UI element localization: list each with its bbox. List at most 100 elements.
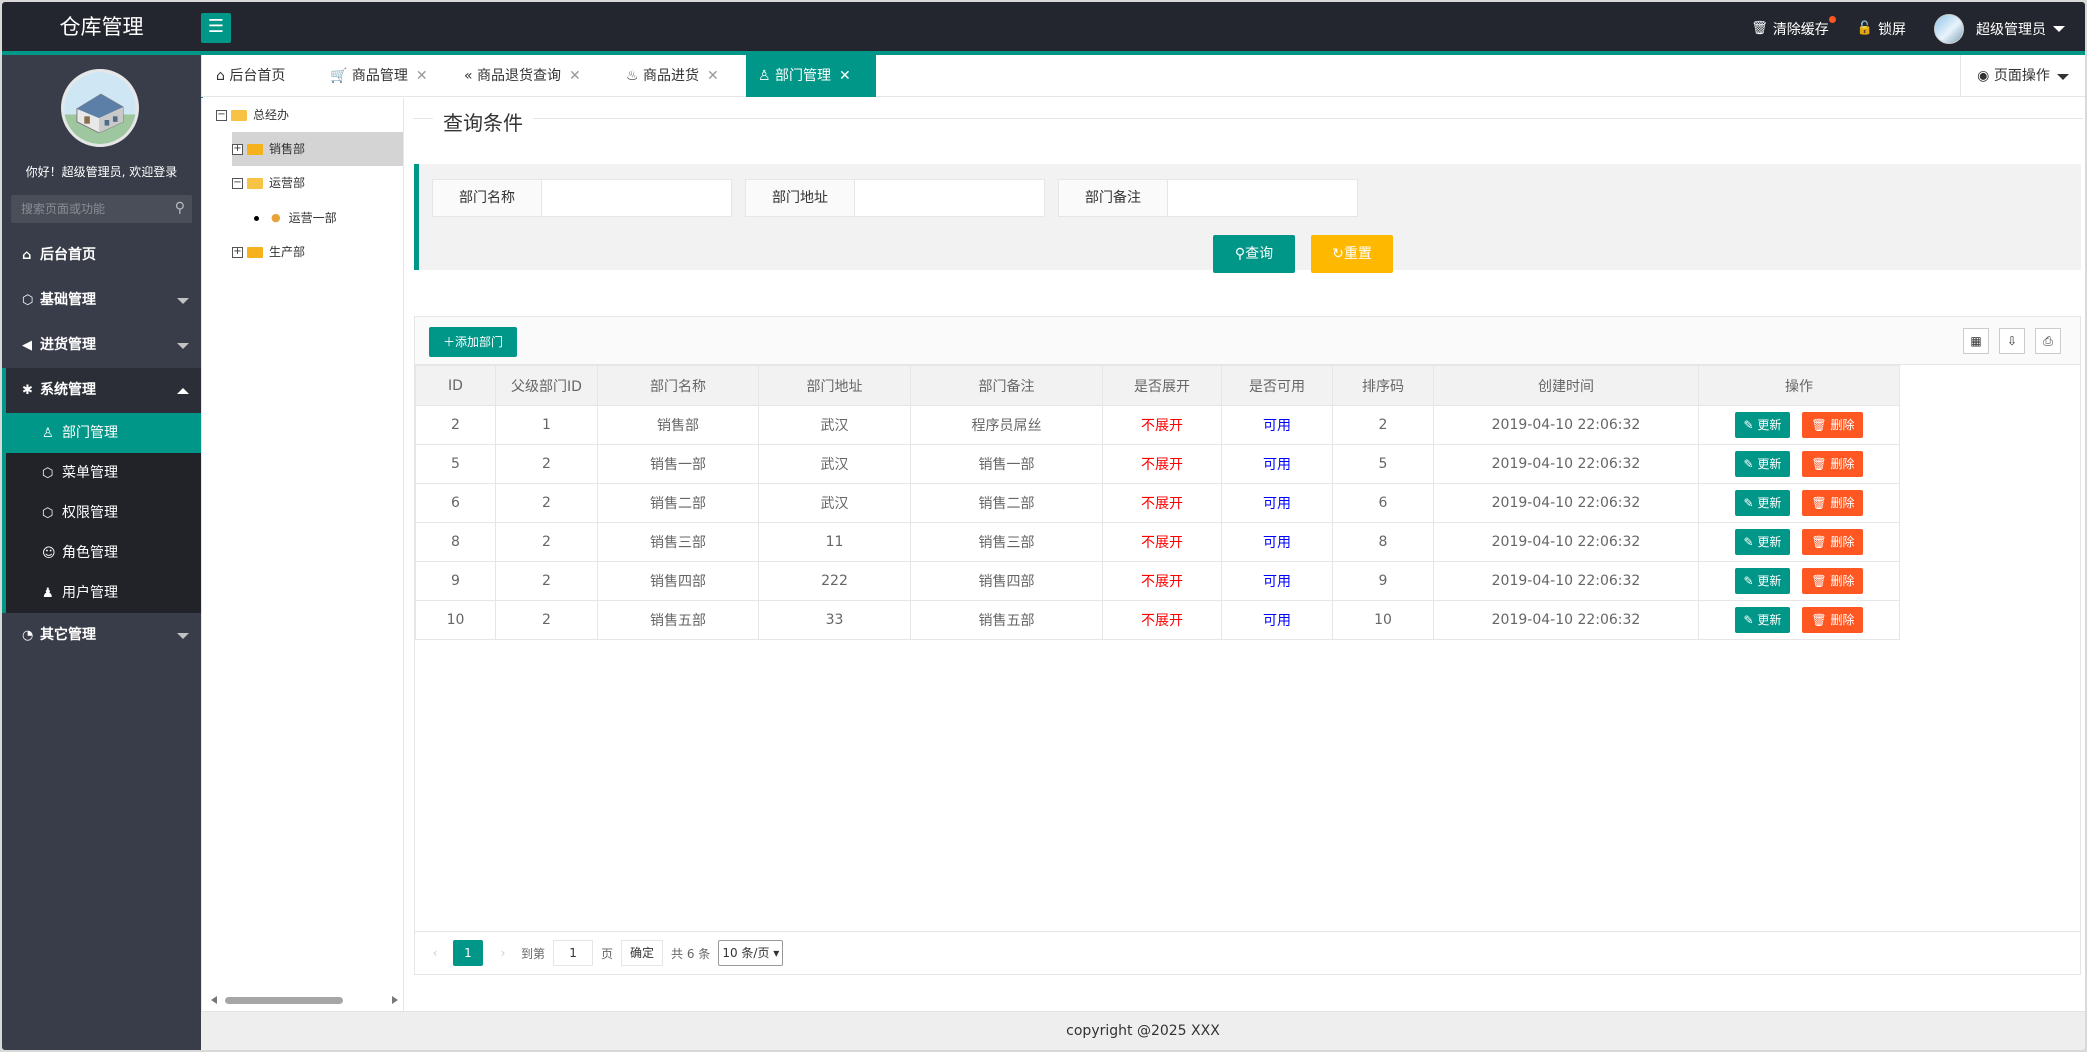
tab-goods-return[interactable]: « 商品退货查询 ✕ xyxy=(464,55,581,97)
table-row[interactable]: 6 2 销售二部 武汉 销售二部 不展开 可用 6 2019-04-10 22:06:32 ✎ 更… xyxy=(415,483,1900,523)
page-operations-menu[interactable]: ◉ 页面操作 xyxy=(1960,55,2085,97)
column-header[interactable]: 是否可用 xyxy=(1221,365,1333,406)
edit-icon: ✎ xyxy=(1743,613,1754,627)
column-header[interactable]: 部门名称 xyxy=(597,365,759,406)
scroll-right-icon[interactable] xyxy=(392,996,398,1004)
sidebar-item-other[interactable]: ◔ 其它管理 xyxy=(2,613,201,658)
table-cell: 销售五部 xyxy=(597,600,759,640)
sidebar: 你好！超级管理员, 欢迎登录 ⚲ ⌂ 后台首页 ⬡ 基础管理 ◀ 进货管理 ✱ 系统管理 xyxy=(2,55,201,1050)
page-size-select[interactable]: 10 条/页 ▾ xyxy=(718,940,784,966)
search-icon: ⚲ xyxy=(1234,246,1246,262)
export-icon[interactable]: ⇩ xyxy=(1999,328,2025,354)
table-row[interactable]: 9 2 销售四部 222 销售四部 不展开 可用 9 2019-04-10 22:06:32 ✎ … xyxy=(415,561,1900,601)
update-button[interactable]: ✎ 更新 xyxy=(1734,412,1791,438)
close-icon[interactable]: ✕ xyxy=(416,68,428,84)
column-header[interactable]: ID xyxy=(415,365,496,406)
collapse-icon[interactable]: − xyxy=(216,109,227,121)
update-button[interactable]: ✎ 更新 xyxy=(1734,568,1791,594)
search-input[interactable] xyxy=(11,195,161,223)
tree-node-production[interactable]: + 生产部 xyxy=(232,235,305,269)
tree-node-operations[interactable]: − 运营部 xyxy=(232,166,305,200)
collapse-icon[interactable]: − xyxy=(232,177,243,189)
page-ops-label: 页面操作 xyxy=(1993,68,2050,84)
sidebar-item-department[interactable]: ♙ 部门管理 xyxy=(6,413,201,453)
reset-button[interactable]: ↻重置 xyxy=(1311,235,1393,273)
footer: copyright @2025 XXX xyxy=(201,1011,2085,1050)
lock-screen-button[interactable]: 🔓 锁屏 xyxy=(1857,19,1906,39)
current-page[interactable]: 1 xyxy=(453,940,483,966)
dept-address-input[interactable] xyxy=(855,179,1045,217)
delete-button[interactable]: 🗑 删除 xyxy=(1802,490,1864,516)
search-button[interactable]: ⚲查询 xyxy=(1213,235,1295,273)
query-form: 部门名称 部门地址 部门备注 ⚲查询 ↻重置 xyxy=(414,164,2081,273)
update-button[interactable]: ✎ 更新 xyxy=(1734,490,1791,516)
update-button[interactable]: ✎ 更新 xyxy=(1734,607,1791,633)
page-number-input[interactable]: 1 xyxy=(553,940,594,966)
delete-button[interactable]: 🗑 删除 xyxy=(1802,412,1864,438)
sidebar-item-permission[interactable]: ⬡ 权限管理 xyxy=(6,493,201,533)
sidebar-item-purchase[interactable]: ◀ 进货管理 xyxy=(2,323,201,368)
table-cell: 11 xyxy=(758,522,911,562)
table-row[interactable]: 10 2 销售五部 33 销售五部 不展开 可用 10 2019-04-10 22:06:32 ✎… xyxy=(415,600,1900,640)
tab-label: 部门管理 xyxy=(775,68,832,84)
menu-toggle-button[interactable]: ☰ xyxy=(201,13,231,43)
table-row[interactable]: 8 2 销售三部 11 销售三部 不展开 可用 8 2019-04-10 22:06:32 ✎ 更… xyxy=(415,522,1900,562)
sidebar-nav: ⌂ 后台首页 ⬡ 基础管理 ◀ 进货管理 ✱ 系统管理 ♙ 部门管理 ⬡ 菜单管理 xyxy=(2,233,201,658)
column-header[interactable]: 创建时间 xyxy=(1433,365,1699,406)
table-cell: 可用 xyxy=(1221,444,1333,484)
delete-button[interactable]: 🗑 删除 xyxy=(1802,451,1864,477)
table-cell: 可用 xyxy=(1221,405,1333,445)
scrollbar-thumb[interactable] xyxy=(225,997,343,1004)
update-button[interactable]: ✎ 更新 xyxy=(1734,529,1791,555)
total-count: 共 6 条 xyxy=(671,946,711,961)
close-icon[interactable]: ✕ xyxy=(839,68,851,84)
expand-icon[interactable]: + xyxy=(232,143,243,155)
add-department-button[interactable]: ＋添加部门 xyxy=(429,327,517,357)
sidebar-item-system[interactable]: ✱ 系统管理 xyxy=(2,368,201,413)
delete-button[interactable]: 🗑 删除 xyxy=(1802,529,1864,555)
prev-page-icon[interactable]: ‹ xyxy=(427,940,443,966)
expand-icon[interactable]: + xyxy=(232,246,243,258)
sidebar-item-basic[interactable]: ⬡ 基础管理 xyxy=(2,278,201,323)
sidebar-item-home[interactable]: ⌂ 后台首页 xyxy=(2,233,201,278)
delete-button[interactable]: 🗑 删除 xyxy=(1802,607,1864,633)
tree-node-root[interactable]: − 总经办 xyxy=(216,98,289,132)
column-header[interactable]: 部门备注 xyxy=(910,365,1103,406)
print-icon[interactable]: ⎙ xyxy=(2035,328,2061,354)
table-cell: 销售一部 xyxy=(597,444,759,484)
tab-home[interactable]: ⌂ 后台首页 xyxy=(216,55,285,97)
close-icon[interactable]: ✕ xyxy=(569,68,581,84)
column-header[interactable]: 父级部门ID xyxy=(495,365,598,406)
clear-cache-button[interactable]: 🗑 清除缓存 xyxy=(1751,15,1836,39)
dept-remark-input[interactable] xyxy=(1168,179,1358,217)
table-row[interactable]: 2 1 销售部 武汉 程序员屌丝 不展开 可用 2 2019-04-10 22:06:32 ✎ 更… xyxy=(415,405,1900,445)
table-cell: 33 xyxy=(758,600,911,640)
tree-node-operations-1[interactable]: ● 运营一部 xyxy=(254,201,337,235)
sidebar-item-role[interactable]: ☺ 角色管理 xyxy=(6,533,201,573)
update-button[interactable]: ✎ 更新 xyxy=(1734,451,1791,477)
tab-department[interactable]: ♙ 部门管理 ✕ xyxy=(746,55,876,97)
dept-name-input[interactable] xyxy=(542,179,732,217)
table-cell: 销售部 xyxy=(597,405,759,445)
field-dept-address: 部门地址 xyxy=(745,179,1045,217)
close-icon[interactable]: ✕ xyxy=(707,68,719,84)
confirm-page-button[interactable]: 确定 xyxy=(621,940,664,966)
tab-goods-purchase[interactable]: ♨ 商品进货 ✕ xyxy=(626,55,719,97)
delete-button[interactable]: 🗑 删除 xyxy=(1802,568,1864,594)
user-menu[interactable]: 超级管理员 xyxy=(1934,13,2065,44)
table-row[interactable]: 5 2 销售一部 武汉 销售一部 不展开 可用 5 2019-04-10 22:06:32 ✎ 更… xyxy=(415,444,1900,484)
column-header[interactable]: 是否展开 xyxy=(1102,365,1222,406)
tree-node-sales[interactable]: + 销售部 xyxy=(232,132,403,166)
column-header[interactable]: 排序码 xyxy=(1332,365,1434,406)
scroll-left-icon[interactable] xyxy=(211,996,217,1004)
tab-label: 商品管理 xyxy=(351,68,408,84)
table-toolbar: ＋添加部门 ▦ ⇩ ⎙ xyxy=(415,317,2080,365)
horizontal-scrollbar[interactable] xyxy=(208,993,398,1007)
search-icon[interactable]: ⚲ xyxy=(175,200,185,216)
sidebar-item-menu[interactable]: ⬡ 菜单管理 xyxy=(6,453,201,493)
column-header[interactable]: 部门地址 xyxy=(758,365,911,406)
next-page-icon[interactable]: › xyxy=(495,940,511,966)
columns-icon[interactable]: ▦ xyxy=(1963,328,1989,354)
tab-goods[interactable]: 🛒 商品管理 ✕ xyxy=(330,55,428,97)
sidebar-item-user[interactable]: ♟ 用户管理 xyxy=(6,573,201,613)
